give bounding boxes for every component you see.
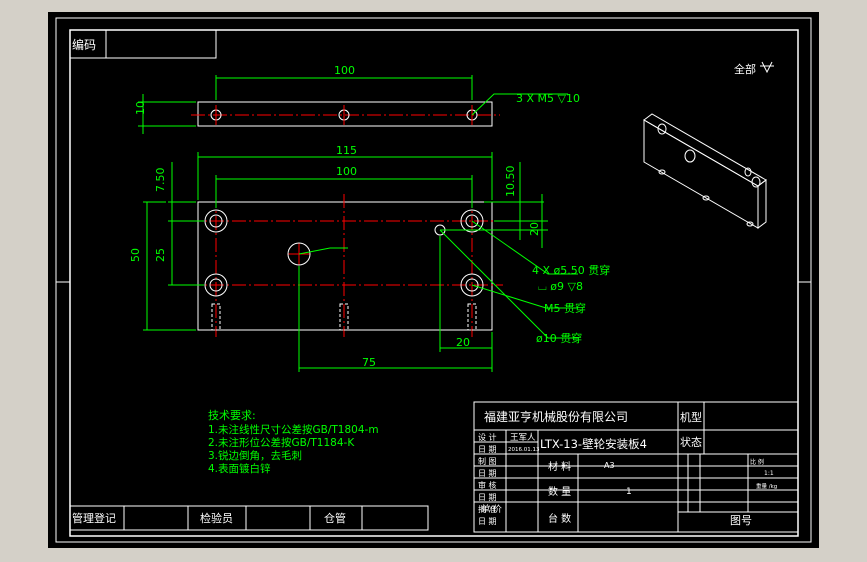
tb-date-label-1: 日 期 (478, 445, 497, 454)
tb-design-label: 设 计 (478, 432, 497, 442)
tb-status-label: 状态 (680, 435, 702, 449)
callout-counterbore: ⌴ ø9 ▽8 (538, 280, 583, 293)
top-view-dimensions (138, 75, 568, 134)
dim-top-length: 100 (334, 64, 355, 77)
tb-company: 福建亚亨机械股份有限公司 (484, 409, 628, 424)
tb-drawing-no-label: 图号 (730, 514, 752, 527)
tb-material-value: A3 (604, 461, 615, 470)
sheet-outer-border (55, 17, 812, 543)
tb-unit-label: 单 价 (481, 505, 502, 515)
dim-right-vertical: 20 (528, 222, 541, 236)
dim-top-offset: 7.50 (154, 168, 167, 193)
tb-quantity-value: 1 (626, 487, 632, 497)
dim-right-offset: 10.50 (504, 166, 517, 198)
note-item-1: 1.未注线性尺寸公差按GB/T1804-m (208, 423, 379, 436)
tb-date-label-3: 日 期 (478, 493, 497, 502)
bottom-management: 管理登记 (72, 511, 116, 525)
sheet-inner-border (69, 29, 799, 537)
top-view-outline (197, 101, 493, 127)
callout-m5: M5 贯穿 (544, 301, 586, 315)
dim-half-height: 25 (154, 248, 167, 262)
tb-date-label-4: 日 期 (478, 517, 497, 526)
notes-heading: 技术要求: (208, 409, 256, 422)
bottom-inspector: 检验员 (200, 511, 233, 525)
bottom-bar (69, 505, 429, 531)
tb-quantity-label: 数 量 (548, 485, 571, 498)
tb-weight-label: 重量 /kg (756, 482, 777, 490)
dim-top-height: 10 (134, 101, 147, 115)
note-item-3: 3.锐边倒角，去毛刺 (208, 449, 302, 462)
dim-height: 50 (129, 248, 142, 262)
tb-part-name: LTX-13-壁轮安装板4 (540, 437, 647, 451)
tb-drawing-label: 制 图 (478, 456, 497, 466)
roughness-note: 全部 (734, 62, 756, 76)
tb-scale-label: 比 例 (750, 458, 764, 466)
note-item-4: 4.表面镀白锌 (208, 462, 271, 475)
isometric-view (643, 113, 767, 229)
tb-stations-label: 台 数 (548, 512, 571, 525)
top-view (191, 101, 500, 127)
tb-designer: 王军人 (510, 433, 536, 443)
cad-viewport[interactable]: 编码 全部 100 10 3 X M5 ▽10 115 100 7.50 50 … (48, 12, 819, 548)
callout-through-holes: 4 X ø5.50 贯穿 (532, 263, 610, 277)
front-view (188, 194, 503, 337)
drawing-canvas: 编码 全部 100 10 3 X M5 ▽10 115 100 7.50 50 … (55, 17, 812, 543)
bottom-location: 仓管 (324, 511, 346, 525)
dim-hole-spacing: 100 (336, 165, 357, 178)
dim-bottom-large: 75 (362, 356, 376, 369)
tb-material-label: 材 料 (548, 460, 571, 473)
dim-bottom-small: 20 (456, 336, 470, 349)
roughness-symbol-icon (760, 61, 774, 74)
callout-bore: ø10 贯穿 (536, 331, 582, 345)
tb-machine-type: 机型 (680, 410, 702, 424)
code-label: 编码 (72, 37, 96, 52)
tb-date-label-2: 日 期 (478, 469, 497, 478)
tb-scale-value: 1:1 (764, 470, 774, 477)
callout-top-holes: 3 X M5 ▽10 (516, 92, 580, 105)
tb-design-date: 2016.01.13 (508, 447, 540, 453)
tb-review-label: 审 核 (478, 480, 497, 490)
dim-overall-width: 115 (336, 144, 357, 157)
note-item-2: 2.未注形位公差按GB/T1184-K (208, 436, 355, 449)
